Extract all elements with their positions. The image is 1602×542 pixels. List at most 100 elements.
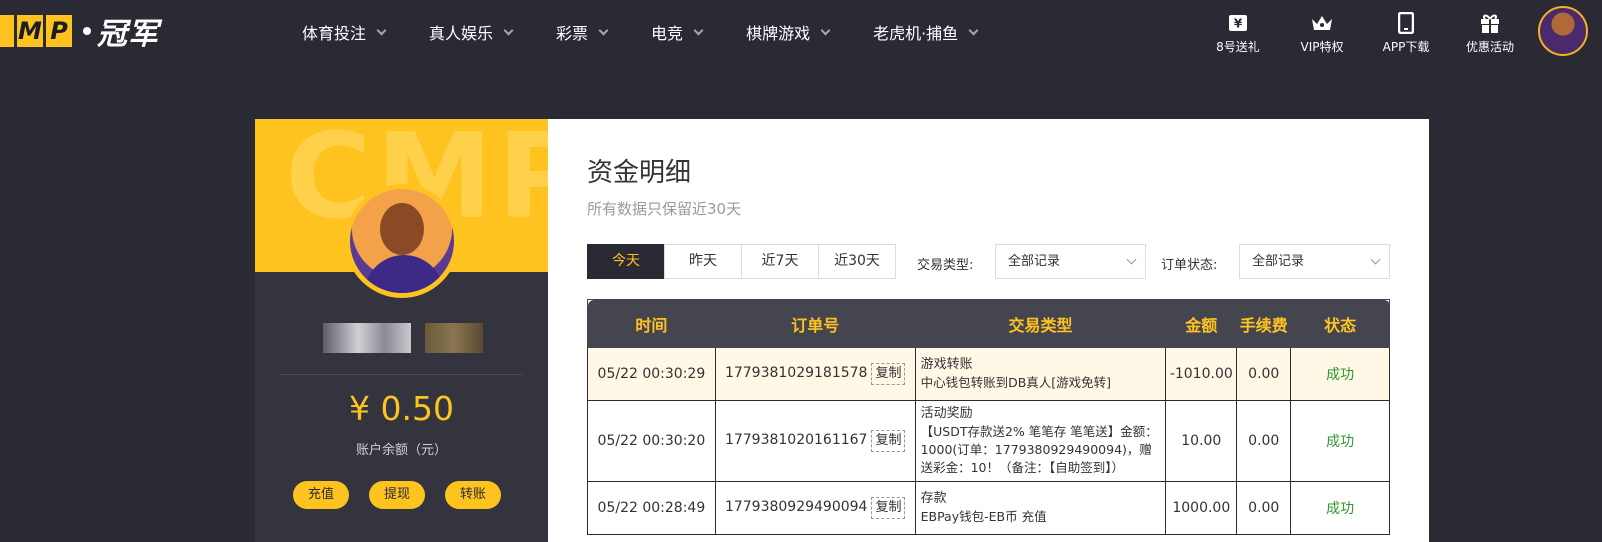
crown-icon (1310, 12, 1334, 34)
wallet-actions: 充值 提现 转账 (293, 481, 521, 509)
cell-amount: 10.00 (1165, 400, 1238, 482)
type-title: 活动奖励 (920, 406, 973, 421)
type-title: 存款 (920, 491, 947, 506)
type-desc: EBPay钱包-EB币 充值 (920, 509, 1047, 524)
avatar-face (380, 203, 424, 255)
cell-order: 1779380929490094 复制 (714, 481, 916, 535)
cell-fee: 0.00 (1236, 400, 1292, 482)
avatar-shirt (364, 255, 444, 293)
cell-status: 成功 (1290, 481, 1390, 535)
gift-8th-link[interactable]: ¥ 8号送礼 (1196, 12, 1280, 55)
cell-status: 成功 (1290, 347, 1390, 401)
app-download-link[interactable]: APP下载 (1364, 12, 1448, 55)
phone-icon (1398, 12, 1414, 34)
col-order: 订单号 (714, 299, 916, 348)
copy-button[interactable]: 复制 (871, 497, 906, 519)
username-blurred (323, 323, 411, 353)
chevron-down-icon (693, 25, 704, 35)
col-status: 状态 (1290, 299, 1390, 348)
order-number: 1779381020161167 (724, 432, 868, 448)
chevron-down-icon (968, 25, 979, 35)
order-number: 1779381029181578 (724, 365, 868, 381)
profile-avatar (345, 184, 459, 298)
cell-order: 1779381020161167 复制 (714, 400, 916, 482)
top-link-label: APP下载 (1382, 40, 1430, 54)
chevron-down-icon (1126, 254, 1137, 265)
tab-yesterday[interactable]: 昨天 (664, 244, 742, 279)
nav-lottery[interactable]: 彩票 (556, 20, 609, 44)
logo-mark: M P (0, 15, 75, 47)
select-value: 全部记录 (1008, 254, 1061, 269)
vip-badge-blurred (425, 323, 483, 353)
promotions-link[interactable]: 优惠活动 (1448, 12, 1532, 55)
table-header-row: 时间 订单号 交易类型 金额 手续费 状态 (587, 299, 1390, 348)
type-desc: 中心钱包转账到DB真人[游戏免转] (920, 375, 1112, 390)
tab-7-days[interactable]: 近7天 (741, 244, 819, 279)
order-number: 1779380929490094 (724, 499, 868, 515)
cell-time: 05/22 00:30:29 (587, 347, 716, 401)
nav-label: 老虎机·捕鱼 (873, 24, 959, 43)
user-avatar[interactable] (1538, 6, 1588, 56)
col-amount: 金额 (1165, 299, 1238, 348)
status-filter-select[interactable]: 全部记录 (1239, 244, 1390, 279)
select-value: 全部记录 (1252, 254, 1305, 269)
nav-live-casino[interactable]: 真人娱乐 (429, 20, 514, 44)
gift-icon (1479, 12, 1501, 34)
cell-type: 存款 EBPay钱包-EB币 充值 (914, 481, 1167, 535)
top-link-label: 8号送礼 (1216, 40, 1260, 54)
top-right-links: ¥ 8号送礼 VIP特权 APP下载 优惠活动 (1196, 12, 1532, 55)
chevron-down-icon (376, 25, 387, 35)
profile-panel: CMP ¥ 0.50 账户余额（元） 充值 提现 转账 (255, 119, 548, 542)
transfer-button[interactable]: 转账 (445, 481, 501, 509)
logo-letter: P (46, 15, 72, 47)
copy-button[interactable]: 复制 (871, 363, 906, 385)
logo-dot (83, 27, 91, 35)
date-range-tabs: 今天 昨天 近7天 近30天 (587, 244, 896, 279)
transactions-table: 时间 订单号 交易类型 金额 手续费 状态 05/22 00:30:29 177… (587, 299, 1390, 535)
top-link-label: VIP特权 (1300, 40, 1344, 54)
cell-type: 游戏转账中心钱包转账到DB真人[游戏免转] (914, 347, 1167, 401)
table-row: 05/22 00:30:29 1779381029181578 复制 游戏转账中心… (587, 347, 1390, 401)
type-title: 游戏转账 (920, 357, 973, 372)
table-row: 05/22 00:28:49 1779380929490094 复制 存款 EBPa… (587, 481, 1390, 535)
top-navbar: M P 冠军 体育投注 真人娱乐 彩票 电竞 棋牌游戏 老虎机·捕鱼 ¥ 8号送… (0, 0, 1602, 64)
chevron-down-icon (1370, 254, 1381, 265)
col-type: 交易类型 (914, 299, 1167, 348)
chevron-down-icon (503, 25, 514, 35)
chevron-down-icon (820, 25, 831, 35)
profile-divider (279, 374, 523, 375)
page-title: 资金明细 (587, 158, 692, 188)
chevron-down-icon (598, 25, 609, 35)
col-fee: 手续费 (1236, 299, 1292, 348)
cell-time: 05/22 00:28:49 (587, 481, 716, 535)
table-row: 05/22 00:30:20 1779381020161167 复制 活动奖励 【U… (587, 400, 1390, 482)
logo[interactable]: M P 冠军 (0, 14, 159, 52)
cell-type: 活动奖励 【USDT存款送2% 笔笔存 笔笔送】金额：1000(订单：177938… (914, 400, 1167, 482)
cell-amount: -1010.00 (1165, 347, 1238, 401)
logo-letter: M (17, 15, 43, 47)
type-filter-select[interactable]: 全部记录 (995, 244, 1146, 279)
deposit-button[interactable]: 充值 (293, 481, 349, 509)
cell-fee: 0.00 (1236, 481, 1292, 535)
logo-letter (0, 15, 14, 47)
logo-text: 冠军 (97, 17, 159, 52)
nav-label: 棋牌游戏 (746, 24, 811, 43)
col-time: 时间 (587, 299, 716, 348)
tab-30-days[interactable]: 近30天 (818, 244, 896, 279)
yen-ticket-icon: ¥ (1228, 12, 1248, 34)
nav-label: 彩票 (556, 24, 589, 43)
cell-fee: 0.00 (1236, 347, 1292, 401)
copy-button[interactable]: 复制 (871, 430, 906, 452)
nav-sports[interactable]: 体育投注 (302, 20, 387, 44)
cell-status: 成功 (1290, 400, 1390, 482)
tab-today[interactable]: 今天 (587, 244, 665, 279)
top-link-label: 优惠活动 (1465, 40, 1514, 54)
nav-card-games[interactable]: 棋牌游戏 (746, 20, 831, 44)
status-filter-label: 订单状态: (1161, 258, 1218, 273)
svg-text:¥: ¥ (1234, 17, 1243, 31)
cell-order: 1779381029181578 复制 (714, 347, 916, 401)
withdraw-button[interactable]: 提现 (369, 481, 425, 509)
vip-link[interactable]: VIP特权 (1280, 12, 1364, 55)
nav-esports[interactable]: 电竞 (651, 20, 704, 44)
nav-slots-fishing[interactable]: 老虎机·捕鱼 (873, 20, 979, 44)
